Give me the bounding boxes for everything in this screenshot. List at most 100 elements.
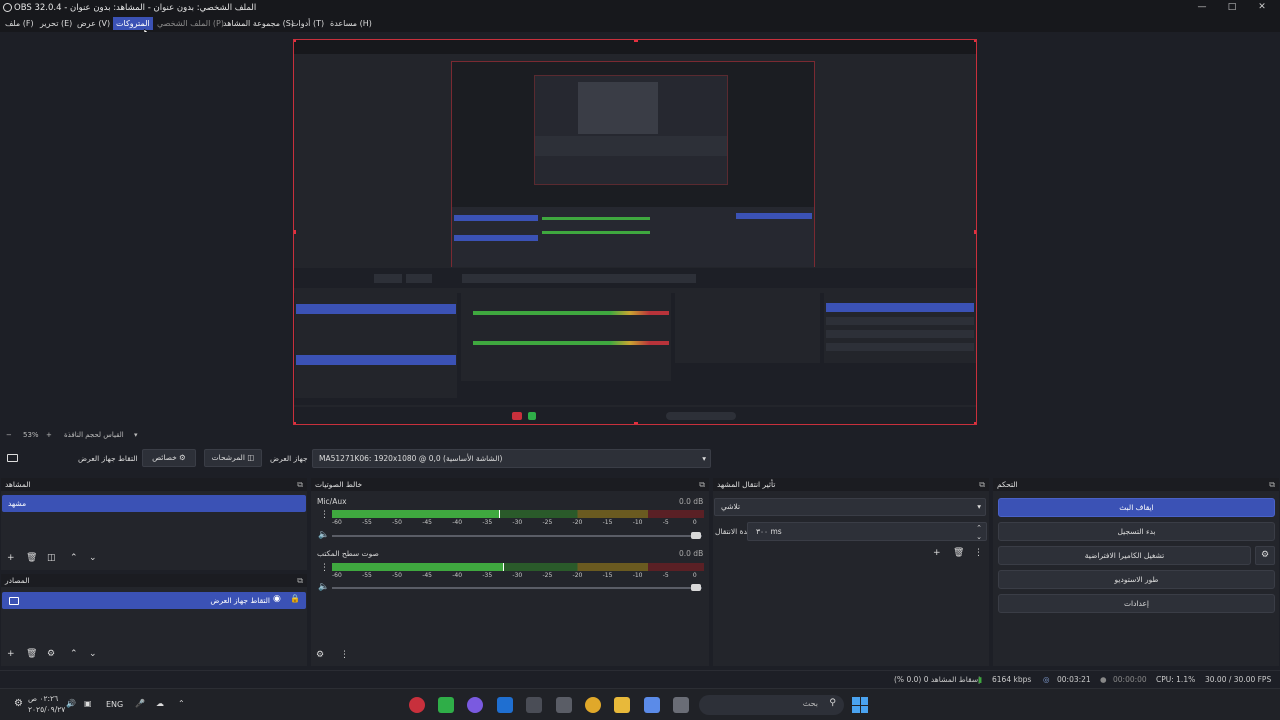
volume-slider-handle[interactable]: [691, 584, 701, 591]
volume-tray-icon[interactable]: 🔊: [66, 699, 76, 708]
add-transition-icon[interactable]: +: [933, 548, 941, 558]
windows-start-icon[interactable]: [852, 697, 868, 713]
meter-tick-label: -25: [542, 572, 553, 579]
menu-tools[interactable]: أدوات (T): [288, 17, 327, 30]
meter-scale: -60 -55 -50 -45 -40 -35 -30 -25 -20 -15 -10 -5 0: [332, 572, 704, 580]
show-hidden-icons[interactable]: ⌃: [178, 699, 185, 708]
minimize-icon[interactable]: —: [1192, 1, 1212, 13]
mixer-settings-icon[interactable]: ⚙: [316, 650, 324, 660]
display-value: MA51271K06: 1920x1080 @ 0,0 (الشاشة الأس…: [319, 454, 503, 463]
meter-tick-label: 0: [692, 572, 697, 579]
dock-float-icon[interactable]: ⧉: [1269, 478, 1275, 491]
add-source-icon[interactable]: +: [7, 649, 15, 659]
chrome-taskbar-icon[interactable]: [585, 697, 601, 713]
dock-float-icon[interactable]: ⧉: [979, 478, 985, 491]
move-up-icon[interactable]: ⌃: [70, 649, 78, 659]
properties-button[interactable]: خصائص ⚙: [142, 449, 196, 467]
zoom-out-icon[interactable]: −: [6, 431, 12, 439]
file-explorer-taskbar-icon[interactable]: [614, 697, 630, 713]
trash-icon[interactable]: 🗑: [26, 553, 37, 563]
move-down-icon[interactable]: ⌄: [89, 553, 97, 563]
discord-taskbar-icon[interactable]: [467, 697, 483, 713]
maximize-icon[interactable]: □: [1222, 1, 1242, 13]
cloud-tray-icon[interactable]: ☁: [156, 699, 164, 708]
filters-button[interactable]: المرشحات ◫: [204, 449, 262, 467]
volume-slider[interactable]: [332, 535, 702, 537]
settings-button[interactable]: إعدادات: [998, 594, 1275, 613]
taskbar-search[interactable]: بحث ⚲: [699, 695, 844, 715]
virtual-camera-settings-icon[interactable]: ⚙: [1255, 546, 1275, 565]
duration-value: ٣٠٠ ms: [756, 527, 782, 536]
dock-float-icon[interactable]: ⧉: [297, 574, 303, 587]
channel-menu-icon[interactable]: ⋮: [320, 510, 329, 520]
outlook-taskbar-icon[interactable]: [497, 697, 513, 713]
task-view-taskbar-icon[interactable]: [673, 697, 689, 713]
app-taskbar-icon[interactable]: [526, 697, 542, 713]
menu-profile[interactable]: الملف الشخصي (P): [154, 17, 227, 30]
studio-mode-button[interactable]: طور الاستوديو: [998, 570, 1275, 589]
nested-preview: [451, 61, 815, 267]
move-down-icon[interactable]: ⌄: [89, 649, 97, 659]
clock-time[interactable]: ٠٢:٢٦ ص: [28, 694, 58, 703]
scene-item[interactable]: مشهد: [2, 495, 306, 512]
scene-filters-icon[interactable]: ◫: [47, 553, 56, 563]
stop-streaming-button[interactable]: ايقاف البث: [998, 498, 1275, 517]
meter-tick-label: -15: [602, 572, 613, 579]
start-recording-button[interactable]: بدء التسجيل: [998, 522, 1275, 541]
transition-menu-icon[interactable]: ⋮: [974, 548, 983, 558]
mixer-title: خالط الصوتيات: [315, 480, 363, 489]
taskbar: ⚙ ٠٢:٢٦ ص ٢٠٢٥/٠٩/٢٧ 🔊 ▣ ENG 🎤 ☁ ⌃ بحث ⚲: [0, 688, 1280, 720]
move-up-icon[interactable]: ⌃: [70, 553, 78, 563]
properties-label: خصائص: [152, 453, 177, 462]
settings-tray-icon[interactable]: ⚙: [14, 698, 23, 709]
volume-slider[interactable]: [332, 587, 702, 589]
language-indicator[interactable]: ENG: [106, 700, 123, 709]
store-taskbar-icon[interactable]: [556, 697, 572, 713]
selected-source-name: التقاط جهاز العرض: [78, 454, 138, 463]
source-item[interactable]: التقاط جهاز العرض: [2, 592, 306, 609]
speaker-icon[interactable]: 🔈: [318, 530, 329, 540]
k-app-taskbar-icon[interactable]: [438, 697, 454, 713]
audio-mixer-dock: خالط الصوتيات ⧉ Mic/Aux 0.0 dB ⋮ -60 -55 -5…: [311, 478, 709, 666]
copilot-taskbar-icon[interactable]: [644, 697, 660, 713]
add-scene-icon[interactable]: +: [7, 553, 15, 563]
channel-menu-icon[interactable]: ⋮: [320, 563, 329, 573]
stream-icon: ◎: [1043, 675, 1050, 684]
search-placeholder: بحث: [802, 699, 818, 708]
duration-spinbox[interactable]: ٣٠٠ ms ⌃ ⌄: [747, 522, 987, 541]
preview-canvas[interactable]: [293, 39, 977, 425]
meter-peak-marker: [499, 510, 501, 518]
obs-taskbar-icon[interactable]: [409, 697, 425, 713]
microphone-tray-icon[interactable]: 🎤: [135, 699, 145, 708]
menu-edit[interactable]: تحرير (E): [37, 17, 75, 30]
display-select[interactable]: MA51271K06: 1920x1080 @ 0,0 (الشاشة الأس…: [312, 449, 711, 468]
trash-icon[interactable]: 🗑: [953, 548, 964, 558]
lock-icon[interactable]: 🔒: [290, 594, 300, 603]
transition-select[interactable]: تلاشي ▾: [714, 498, 986, 516]
menu-file[interactable]: ملف (F): [2, 17, 37, 30]
clock-date[interactable]: ٢٠٢٥/٠٩/٢٧: [28, 705, 65, 714]
volume-slider-handle[interactable]: [691, 532, 701, 539]
menu-help[interactable]: مساعدة (H): [327, 17, 375, 30]
start-virtual-camera-button[interactable]: تشغيل الكاميرا الافتراضية: [998, 546, 1251, 565]
dock-float-icon[interactable]: ⧉: [699, 478, 705, 491]
scale-to-window[interactable]: القياس لحجم النافذة: [64, 431, 124, 439]
trash-icon[interactable]: 🗑: [26, 649, 37, 659]
menu-bar: ملف (F) تحرير (E) عرض (V) المتروكات المل…: [0, 15, 1280, 42]
mixer-header: خالط الصوتيات ⧉: [311, 478, 709, 491]
source-settings-icon[interactable]: ⚙: [47, 649, 55, 659]
mixer-menu-icon[interactable]: ⋮: [340, 650, 349, 660]
menu-scene-collection[interactable]: مجموعة المشاهد (S): [220, 17, 297, 30]
zoom-in-icon[interactable]: +: [46, 431, 52, 439]
menu-view[interactable]: عرض (V): [74, 17, 113, 30]
meter-tick-label: -55: [362, 519, 372, 526]
visibility-eye-icon[interactable]: ◉: [273, 594, 281, 604]
speaker-icon[interactable]: 🔈: [318, 582, 329, 592]
close-icon[interactable]: ✕: [1252, 1, 1272, 13]
nested-docks-3: [535, 136, 727, 156]
network-tray-icon[interactable]: ▣: [84, 699, 92, 708]
dock-float-icon[interactable]: ⧉: [297, 478, 303, 491]
zoom-dropdown-icon[interactable]: ▾: [134, 431, 138, 439]
controls-title: التحكم: [997, 480, 1018, 489]
spin-down-icon[interactable]: ⌄: [976, 529, 982, 546]
